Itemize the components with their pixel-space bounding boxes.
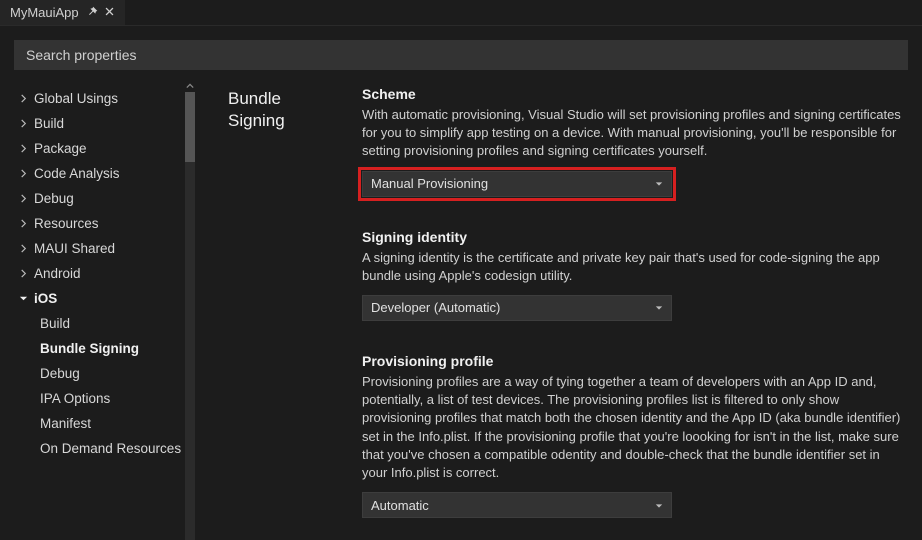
sidebar-item[interactable]: Build	[14, 111, 192, 136]
sidebar-scrollbar[interactable]	[182, 80, 198, 540]
caret-right-icon	[18, 244, 28, 254]
signing-identity-dropdown-value: Developer (Automatic)	[371, 300, 500, 315]
document-tab[interactable]: MyMauiApp	[0, 0, 125, 25]
close-icon[interactable]	[104, 5, 115, 20]
setting-scheme: Scheme With automatic provisioning, Visu…	[362, 86, 902, 197]
sidebar-item[interactable]: Debug	[14, 186, 192, 211]
sidebar-item-label: Android	[34, 266, 81, 281]
sidebar-item[interactable]: Android	[14, 261, 192, 286]
sidebar-sub-item[interactable]: IPA Options	[14, 386, 192, 411]
caret-right-icon	[18, 94, 28, 104]
sidebar: Global Usings Build Package Code Analysis De…	[0, 80, 198, 540]
sidebar-sub-item[interactable]: On Demand Resources	[14, 436, 192, 461]
scrollbar-track[interactable]	[185, 92, 195, 540]
sidebar-item-label: Build	[34, 116, 64, 131]
scrollbar-thumb[interactable]	[185, 92, 195, 162]
scheme-dropdown[interactable]: Manual Provisioning	[362, 171, 672, 197]
sidebar-item[interactable]: iOS	[14, 286, 192, 311]
sidebar-item[interactable]: Resources	[14, 211, 192, 236]
scheme-label: Scheme	[362, 86, 902, 102]
sidebar-sub-item[interactable]: Build	[14, 311, 192, 336]
search-input[interactable]: Search properties	[14, 40, 908, 70]
sidebar-sub-item[interactable]: Debug	[14, 361, 192, 386]
tab-bar: MyMauiApp	[0, 0, 922, 26]
sidebar-item-label: iOS	[34, 291, 57, 306]
scheme-dropdown-value: Manual Provisioning	[371, 176, 488, 191]
sidebar-item[interactable]: MAUI Shared	[14, 236, 192, 261]
sidebar-item-label: MAUI Shared	[34, 241, 115, 256]
provisioning-profile-label: Provisioning profile	[362, 353, 902, 369]
sidebar-sub-item[interactable]: Manifest	[14, 411, 192, 436]
provisioning-profile-description: Provisioning profiles are a way of tying…	[362, 373, 902, 482]
sidebar-item-label: Code Analysis	[34, 166, 120, 181]
scroll-up-icon[interactable]	[182, 80, 198, 92]
caret-right-icon	[18, 169, 28, 179]
sidebar-item-label: Resources	[34, 216, 99, 231]
sidebar-item-label: Debug	[40, 366, 80, 381]
setting-signing-identity: Signing identity A signing identity is t…	[362, 229, 902, 321]
caret-right-icon	[18, 119, 28, 129]
sidebar-item-label: Package	[34, 141, 87, 156]
scheme-description: With automatic provisioning, Visual Stud…	[362, 106, 902, 161]
provisioning-profile-dropdown[interactable]: Automatic	[362, 492, 672, 518]
chevron-down-icon	[655, 300, 663, 315]
sidebar-item-label: Bundle Signing	[40, 341, 139, 356]
caret-right-icon	[18, 194, 28, 204]
content-pane: Bundle Signing Scheme With automatic pro…	[198, 80, 922, 540]
signing-identity-dropdown[interactable]: Developer (Automatic)	[362, 295, 672, 321]
sidebar-item-label: Debug	[34, 191, 74, 206]
sidebar-item-label: On Demand Resources	[40, 441, 181, 456]
caret-right-icon	[18, 219, 28, 229]
caret-right-icon	[18, 269, 28, 279]
sidebar-item-label: IPA Options	[40, 391, 110, 406]
sidebar-item-label: Global Usings	[34, 91, 118, 106]
chevron-down-icon	[655, 176, 663, 191]
search-placeholder: Search properties	[26, 47, 137, 63]
signing-identity-description: A signing identity is the certificate an…	[362, 249, 902, 285]
sidebar-sub-item[interactable]: Bundle Signing	[14, 336, 192, 361]
caret-right-icon	[18, 144, 28, 154]
section-title: Bundle Signing	[228, 86, 362, 540]
provisioning-profile-dropdown-value: Automatic	[371, 498, 429, 513]
chevron-down-icon	[655, 498, 663, 513]
pin-icon[interactable]	[87, 5, 98, 20]
tab-title: MyMauiApp	[10, 5, 79, 20]
signing-identity-label: Signing identity	[362, 229, 902, 245]
sidebar-item[interactable]: Package	[14, 136, 192, 161]
caret-down-icon	[18, 294, 28, 304]
sidebar-item[interactable]: Global Usings	[14, 86, 192, 111]
sidebar-item-label: Manifest	[40, 416, 91, 431]
sidebar-item[interactable]: Code Analysis	[14, 161, 192, 186]
sidebar-item-label: Build	[40, 316, 70, 331]
setting-provisioning-profile: Provisioning profile Provisioning profil…	[362, 353, 902, 518]
